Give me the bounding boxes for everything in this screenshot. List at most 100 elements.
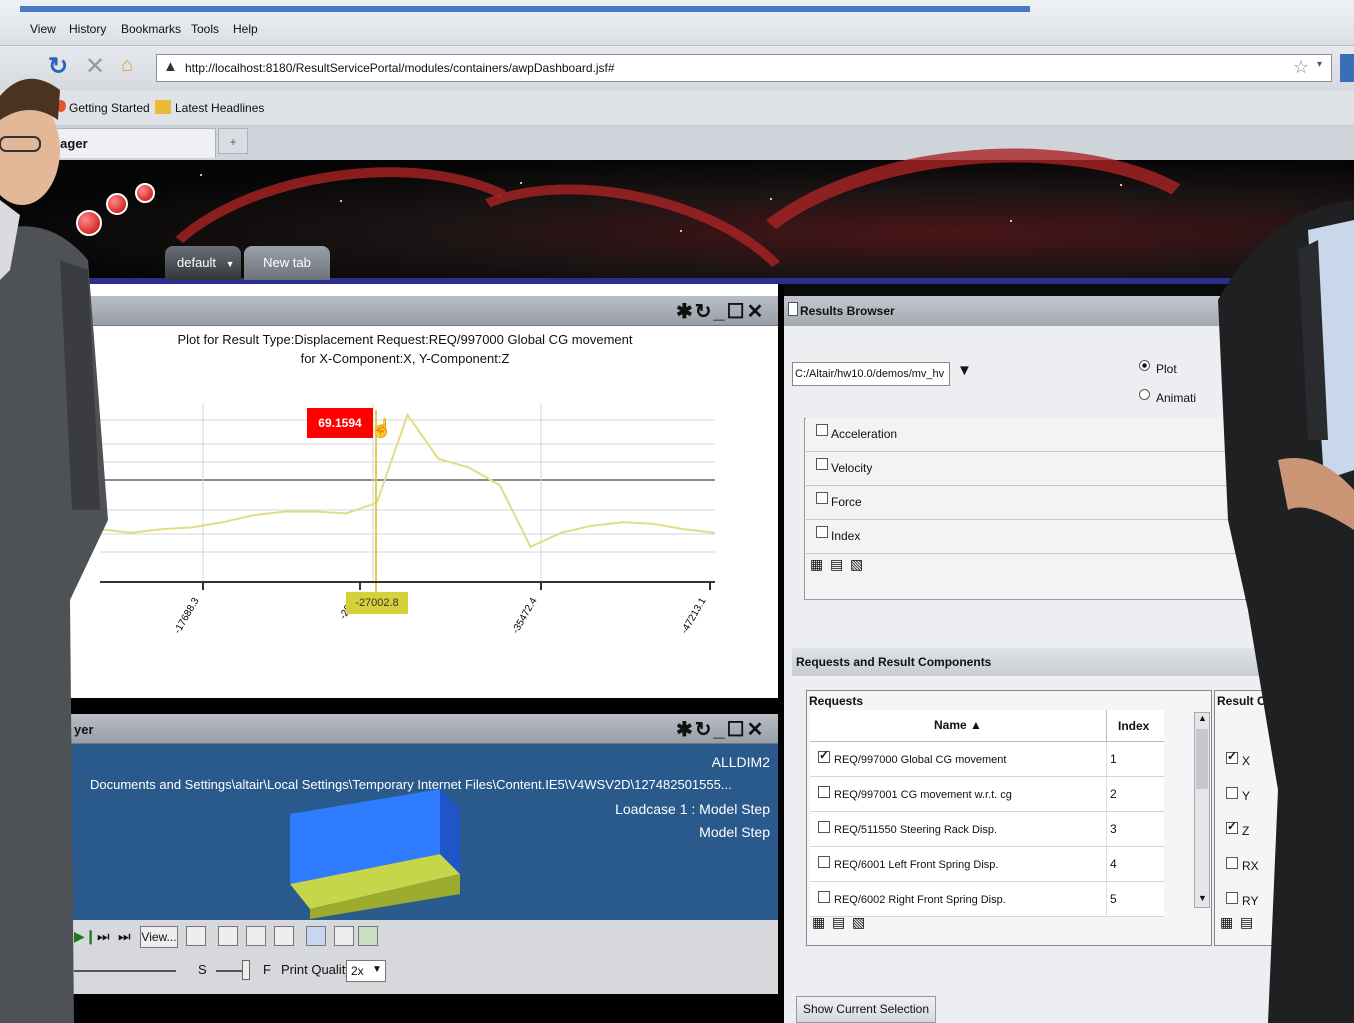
- window-titlebar-strip: [20, 6, 1030, 12]
- select-icon[interactable]: [218, 926, 238, 946]
- print-quality-value: 2x: [351, 964, 364, 978]
- bookmark-star-icon[interactable]: ☆: [1293, 57, 1309, 78]
- print-quality-select[interactable]: 2x ▼: [346, 960, 386, 982]
- footer-dark: [60, 994, 778, 1023]
- request-index: 4: [1110, 857, 1117, 871]
- table-row[interactable]: REQ/6002 Right Front Spring Disp. 5: [810, 882, 1164, 917]
- request-name: REQ/511550 Steering Rack Disp.: [834, 824, 998, 836]
- request-index: 1: [1110, 752, 1117, 766]
- checkbox-index[interactable]: [816, 526, 828, 538]
- last-frame-icon[interactable]: ⏭: [118, 928, 131, 945]
- speed-slider[interactable]: [216, 970, 242, 972]
- checkbox-force[interactable]: [816, 492, 828, 504]
- request-checkbox[interactable]: [818, 786, 830, 798]
- site-identity-icon[interactable]: ▲: [163, 58, 178, 75]
- bookmark-latest-headlines[interactable]: Latest Headlines: [175, 101, 264, 115]
- view-button[interactable]: View...: [140, 926, 178, 948]
- path-dropdown-icon[interactable]: ▼: [957, 362, 972, 379]
- request-checkbox[interactable]: [818, 821, 830, 833]
- select-all-icon[interactable]: ▦: [810, 556, 823, 573]
- portlet-icon: [788, 302, 798, 316]
- x-tick-label: -35472.4: [510, 596, 539, 636]
- search-engine-icon[interactable]: [1340, 54, 1354, 82]
- url-bar[interactable]: ▲ http://localhost:8180/ResultServicePor…: [156, 54, 1332, 82]
- star: [1120, 184, 1122, 186]
- tab-new-tab[interactable]: New tab: [244, 246, 330, 280]
- menu-tools[interactable]: Tools: [191, 22, 219, 36]
- menu-help[interactable]: Help: [233, 22, 258, 36]
- checkbox-velocity[interactable]: [816, 458, 828, 470]
- select-none-icon[interactable]: ▤: [830, 556, 843, 573]
- tools-icon[interactable]: [334, 926, 354, 946]
- fit-icon[interactable]: [186, 926, 206, 946]
- table-row[interactable]: REQ/997000 Global CG movement 1: [810, 742, 1164, 777]
- help-icon[interactable]: [135, 183, 155, 203]
- show-current-selection-button[interactable]: Show Current Selection: [796, 996, 936, 1023]
- column-name[interactable]: Name ▲: [934, 718, 982, 732]
- print-quality-label: Print Quality: [281, 962, 352, 977]
- invert-selection-icon[interactable]: ▧: [850, 556, 863, 573]
- pointer-cursor-icon: ☝: [370, 418, 393, 438]
- home-icon[interactable]: ⌂: [121, 54, 133, 77]
- menu-bookmarks[interactable]: Bookmarks: [121, 22, 181, 36]
- x-ticks: -17688.3-26...-35472.4-47213.1: [172, 582, 711, 636]
- type-label: Force: [831, 495, 862, 509]
- tab-default[interactable]: default ▼: [165, 246, 241, 280]
- table-header: Name ▲ Index: [810, 710, 1164, 742]
- request-index: 5: [1110, 892, 1117, 906]
- plot-panel: Plot for Result Type:Displacement Reques…: [60, 326, 778, 698]
- start-label: S: [198, 962, 207, 977]
- request-name: REQ/997000 Global CG movement: [834, 754, 1007, 766]
- url-dropdown-icon[interactable]: ▾: [1317, 59, 1322, 70]
- chart-grid: [100, 404, 715, 582]
- menu-history[interactable]: History: [69, 22, 106, 36]
- radio-animation[interactable]: [1139, 389, 1150, 400]
- type-label: Velocity: [831, 461, 873, 475]
- select-all-icon[interactable]: ▦: [812, 914, 825, 931]
- settings-icon[interactable]: [274, 926, 294, 946]
- line-chart[interactable]: -17688.3-26...-35472.4-47213.1: [60, 326, 778, 698]
- column-divider: [1106, 812, 1107, 847]
- businessman-photo-left: [0, 78, 108, 1023]
- column-divider: [1106, 777, 1107, 812]
- request-name: REQ/997001 CG movement w.r.t. cg: [834, 789, 1012, 801]
- table-row[interactable]: REQ/997001 CG movement w.r.t. cg 2: [810, 777, 1164, 812]
- menu-view[interactable]: View: [30, 22, 56, 36]
- requests-label: Requests: [809, 694, 864, 708]
- chevron-down-icon[interactable]: ▼: [226, 259, 235, 269]
- portlet-controls[interactable]: ✱↻_☐✕: [676, 717, 765, 742]
- bookmarks-toolbar: Getting Started Latest Headlines: [0, 90, 1354, 126]
- new-tab-button[interactable]: +: [218, 128, 248, 154]
- request-checkbox[interactable]: [818, 748, 830, 763]
- tab-default-label: default: [177, 255, 217, 270]
- request-checkbox[interactable]: [818, 891, 830, 903]
- star: [340, 200, 342, 202]
- select-none-icon[interactable]: ▤: [832, 914, 845, 931]
- column-divider: [1106, 882, 1107, 917]
- speed-slider-handle[interactable]: [242, 960, 250, 980]
- radio-plot-label: Plot: [1156, 362, 1177, 376]
- end-label: F: [263, 962, 271, 977]
- request-checkbox[interactable]: [818, 856, 830, 868]
- portlet-controls[interactable]: ✱↻_☐✕: [676, 299, 765, 324]
- rss-folder-icon: [155, 100, 171, 114]
- radio-plot[interactable]: [1139, 360, 1150, 371]
- type-label: Index: [831, 529, 861, 543]
- value-tooltip: 69.1594: [307, 408, 373, 438]
- request-index: 2: [1110, 787, 1117, 801]
- globe-icon[interactable]: [306, 926, 326, 946]
- table-row[interactable]: REQ/511550 Steering Rack Disp. 3: [810, 812, 1164, 847]
- model-path-field[interactable]: C:/Altair/hw10.0/demos/mv_hv: [792, 362, 950, 386]
- checkbox-acceleration[interactable]: [816, 424, 828, 436]
- star: [680, 230, 682, 232]
- invert-selection-icon[interactable]: ▧: [852, 914, 865, 931]
- table-row[interactable]: REQ/6001 Left Front Spring Disp. 4: [810, 847, 1164, 882]
- viewer-portlet-header: yer ✱↻_☐✕: [60, 714, 778, 744]
- column-index[interactable]: Index: [1118, 719, 1149, 733]
- pan-icon[interactable]: [246, 926, 266, 946]
- column-divider: [1106, 710, 1107, 742]
- column-divider: [1106, 847, 1107, 882]
- step-label: Model Step: [699, 824, 770, 840]
- model-viewer[interactable]: ALLDIM2 Documents and Settings\altair\Lo…: [60, 744, 778, 920]
- snapshot-icon[interactable]: [358, 926, 378, 946]
